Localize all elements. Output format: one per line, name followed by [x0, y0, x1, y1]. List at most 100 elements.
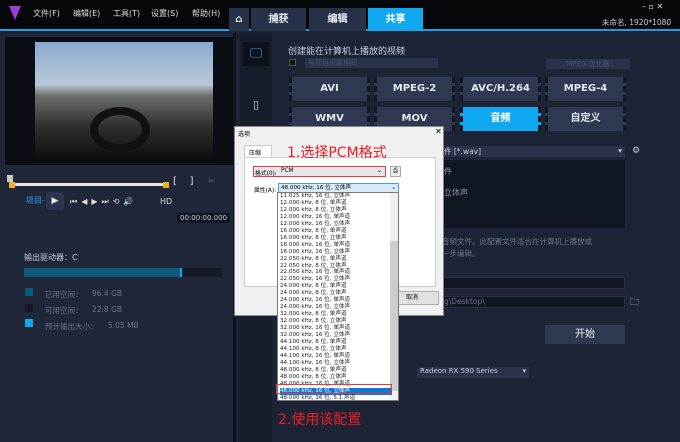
free-value: 22.8 GB	[92, 305, 123, 314]
drive-label: 输出驱动器：C	[24, 253, 78, 262]
attributes-label: 属性(A):	[254, 188, 277, 194]
attribute-option[interactable]: 44.100 kHz, 8 位, 单声道	[280, 339, 392, 346]
scissors-icon[interactable]: ✂	[208, 177, 216, 187]
attributes-dropdown-list[interactable]: 11.025 kHz, 16 位, 立体声 12.000 kHz, 8 位, 单声…	[277, 192, 399, 401]
profile-info-line: 立体声	[444, 188, 468, 197]
format-label: 格式(0):	[255, 171, 277, 177]
estimate-swatch	[25, 319, 33, 327]
start-button[interactable]: 开始	[545, 325, 625, 344]
dialog-title: 选项	[238, 131, 251, 138]
timecode[interactable]: 00:00:00.000	[177, 213, 231, 223]
attributes-value: 48.000 kHz, 16 位, 立体声	[281, 185, 352, 191]
trim-start-handle[interactable]	[9, 182, 15, 188]
transport-controls[interactable]: ⏮◀▶⏭⟲🔊	[70, 197, 137, 207]
file-location-input[interactable]: g\Desktop\	[440, 296, 625, 308]
attribute-option[interactable]: 16.000 kHz, 16 位, 单声道	[280, 242, 392, 249]
selected-option-highlight	[276, 384, 392, 394]
mark-in-out[interactable]: [ ]	[173, 176, 194, 187]
attribute-option[interactable]: 48.000 kHz, 16 位, 5.1 声道	[280, 395, 392, 400]
trim-end-handle[interactable]	[163, 182, 169, 188]
attribute-option[interactable]: 32.000 kHz, 16 位, 单声道	[280, 325, 392, 332]
close-icon[interactable]: ✕	[435, 127, 442, 136]
gear-icon[interactable]: ⚙	[632, 146, 640, 156]
same-as-project-dropdown[interactable]: 与项目设置相同	[305, 58, 438, 68]
tab-edit[interactable]: 编辑	[309, 8, 366, 31]
home-icon: ⌂	[235, 14, 243, 25]
attribute-option[interactable]: 22.050 kHz, 8 位, 单声道	[280, 256, 392, 263]
free-swatch	[25, 304, 33, 312]
device-icon[interactable]: ▯	[243, 93, 269, 117]
chevron-down-icon: ▾	[522, 367, 526, 375]
save-format-button[interactable]: ⎙	[390, 166, 401, 177]
attribute-option[interactable]: 44.100 kHz, 8 位, 立体声	[280, 346, 392, 353]
used-value: 96.4 GB	[92, 289, 123, 298]
share-title: 创建能在计算机上播放的视频	[288, 47, 406, 57]
app-logo-icon	[9, 6, 21, 20]
gpu-value: Radeon RX 590 Series	[420, 367, 498, 375]
format-value: PCM	[281, 168, 294, 174]
tab-compression[interactable]: 压缩	[244, 145, 272, 157]
attribute-option[interactable]: 12.000 kHz, 16 位, 单声道	[280, 214, 392, 221]
used-swatch	[25, 288, 33, 296]
format-audio[interactable]: 音频	[460, 107, 541, 131]
project-info: 未命名, 1920*1080	[602, 18, 672, 27]
attribute-option[interactable]: 44.100 kHz, 16 位, 单声道	[280, 353, 392, 360]
menu-tools[interactable]: 工具(T)	[113, 8, 140, 19]
format-avi[interactable]: AVI	[289, 77, 370, 101]
tab-share[interactable]: 共享	[368, 8, 423, 31]
profile-info-box: 件 立体声	[440, 160, 625, 228]
drive-usage-fill	[24, 268, 183, 277]
profile-description: 一步编辑。	[442, 249, 480, 258]
mpeg-optimizer-button[interactable]: MPEG 优化器	[546, 59, 630, 69]
gpu-dropdown[interactable]: Radeon RX 590 Series ▾	[417, 367, 529, 378]
estimate-label: 预计输出大小：	[45, 322, 98, 331]
video-preview	[35, 42, 213, 162]
profile-value: 件 [*.wav]	[444, 147, 482, 156]
attribute-option[interactable]: 12.000 kHz, 16 位, 立体声	[280, 221, 392, 228]
attribute-option[interactable]: 16.000 kHz, 16 位, 立体声	[280, 249, 392, 256]
attribute-option[interactable]: 44.100 kHz, 16 位, 立体声	[280, 360, 392, 367]
menu-help[interactable]: 帮助(H)	[192, 8, 220, 19]
menu-file[interactable]: 文件(F)	[33, 8, 60, 19]
annotation-step2: 2.使用该配置	[278, 412, 362, 428]
chevron-down-icon: ▾	[618, 146, 622, 155]
window-controls[interactable]: – ▫ ✕	[642, 2, 663, 11]
play-button[interactable]: ▶	[46, 192, 64, 210]
project-label[interactable]: 项目-	[26, 195, 45, 206]
computer-icon[interactable]: 🖵	[243, 42, 269, 66]
format-mpeg4[interactable]: MPEG-4	[545, 77, 626, 101]
chevron-down-icon: ⌄	[391, 185, 396, 191]
folder-icon[interactable]: 🗀	[630, 295, 639, 311]
attribute-option[interactable]: 48.000 kHz, 8 位, 单声道	[280, 367, 392, 374]
same-as-project-checkbox[interactable]	[289, 59, 296, 66]
attribute-option[interactable]: 48.000 kHz, 8 位, 立体声	[280, 374, 392, 381]
menu-settings[interactable]: 设置(S)	[151, 8, 178, 19]
hd-toggle[interactable]: HD	[160, 197, 172, 206]
format-avc[interactable]: AVC/H.264	[460, 77, 541, 101]
file-name-input[interactable]	[440, 277, 625, 289]
attribute-option[interactable]: 16.000 kHz, 8 位, 立体声	[280, 235, 392, 242]
format-mpeg2[interactable]: MPEG-2	[374, 77, 455, 101]
attribute-option[interactable]: 32.000 kHz, 16 位, 立体声	[280, 332, 392, 339]
attribute-option[interactable]: 11.025 kHz, 16 位, 立体声	[280, 193, 392, 200]
attribute-option[interactable]: 12.000 kHz, 8 位, 立体声	[280, 207, 392, 214]
estimate-value: 5.05 MB	[108, 321, 139, 330]
play-icon: ▶	[51, 196, 59, 206]
home-tab[interactable]: ⌂	[229, 8, 249, 31]
free-label: 可用空间：	[45, 306, 83, 315]
profile-dropdown[interactable]: 件 [*.wav] ▾	[440, 146, 625, 157]
format-custom[interactable]: 自定义	[545, 107, 626, 131]
profile-description: 音频文件。此配置文件适合在计算机上播放或	[442, 237, 592, 246]
format-select[interactable]: 格式(0): PCM ⌄	[253, 166, 386, 177]
profile-info-line: 件	[444, 167, 452, 176]
tab-capture[interactable]: 捕获	[251, 8, 306, 31]
attribute-option[interactable]: 16.000 kHz, 8 位, 单声道	[280, 228, 392, 235]
scrubber-handle[interactable]	[7, 175, 13, 182]
title-bar: 文件(F) 编辑(E) 工具(T) 设置(S) 帮助(H) ⌂ 捕获 编辑 共享…	[0, 0, 680, 31]
annotation-step1: 1.选择PCM格式	[287, 145, 387, 161]
chevron-down-icon: ⌄	[376, 167, 382, 174]
trim-bar[interactable]	[10, 183, 168, 186]
menu-edit[interactable]: 编辑(E)	[73, 8, 100, 19]
attribute-option[interactable]: 12.000 kHz, 8 位, 单声道	[280, 200, 392, 207]
used-label: 已用空间：	[45, 290, 83, 299]
